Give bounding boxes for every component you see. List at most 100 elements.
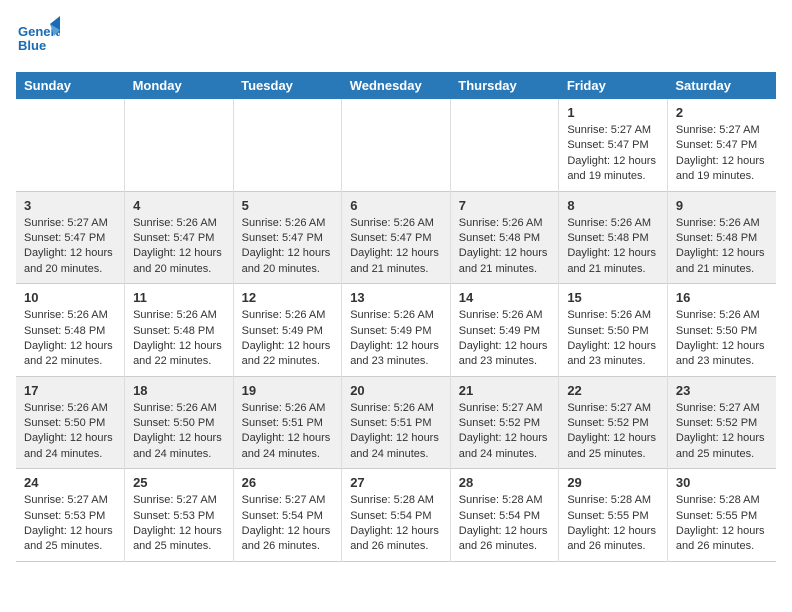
calendar-cell: 16Sunrise: 5:26 AMSunset: 5:50 PMDayligh… (667, 284, 776, 377)
day-number: 17 (24, 383, 116, 398)
day-info: Sunset: 5:49 PM (242, 324, 334, 339)
day-info: Sunset: 5:53 PM (24, 509, 116, 524)
day-info: Sunrise: 5:26 AM (459, 216, 551, 231)
day-number: 8 (567, 198, 659, 213)
day-info: Sunrise: 5:28 AM (676, 493, 768, 508)
day-info: Daylight: 12 hours and 26 minutes. (350, 524, 442, 555)
day-number: 11 (133, 290, 225, 305)
calendar-cell: 10Sunrise: 5:26 AMSunset: 5:48 PMDayligh… (16, 284, 125, 377)
calendar-cell: 21Sunrise: 5:27 AMSunset: 5:52 PMDayligh… (450, 376, 559, 469)
day-info: Daylight: 12 hours and 19 minutes. (676, 154, 768, 185)
day-info: Sunrise: 5:27 AM (567, 401, 659, 416)
day-number: 26 (242, 475, 334, 490)
calendar-cell: 24Sunrise: 5:27 AMSunset: 5:53 PMDayligh… (16, 469, 125, 562)
day-number: 30 (676, 475, 768, 490)
day-info: Sunset: 5:52 PM (567, 416, 659, 431)
day-info: Daylight: 12 hours and 24 minutes. (133, 431, 225, 462)
day-info: Daylight: 12 hours and 25 minutes. (133, 524, 225, 555)
day-info: Sunset: 5:49 PM (459, 324, 551, 339)
calendar-cell: 22 Sunrise: 5:27 AMSunset: 5:52 PMDayligh… (559, 376, 668, 469)
day-info: Daylight: 12 hours and 21 minutes. (350, 246, 442, 277)
day-info: Daylight: 12 hours and 25 minutes. (567, 431, 659, 462)
weekday-header-sunday: Sunday (16, 72, 125, 99)
page-header: General Blue (16, 16, 776, 60)
day-info: Daylight: 12 hours and 21 minutes. (459, 246, 551, 277)
day-number: 20 (350, 383, 442, 398)
day-info: Daylight: 12 hours and 23 minutes. (567, 339, 659, 370)
day-info: Sunset: 5:52 PM (676, 416, 768, 431)
day-info: Daylight: 12 hours and 26 minutes. (459, 524, 551, 555)
calendar-cell (125, 99, 234, 191)
weekday-header-friday: Friday (559, 72, 668, 99)
logo-icon: General Blue (16, 16, 60, 60)
logo: General Blue (16, 16, 60, 60)
day-info: Sunset: 5:54 PM (242, 509, 334, 524)
calendar-cell: 18Sunrise: 5:26 AMSunset: 5:50 PMDayligh… (125, 376, 234, 469)
calendar-cell: 15Sunrise: 5:26 AMSunset: 5:50 PMDayligh… (559, 284, 668, 377)
day-number: 10 (24, 290, 116, 305)
day-info: Sunrise: 5:26 AM (133, 401, 225, 416)
day-info: Daylight: 12 hours and 25 minutes. (24, 524, 116, 555)
calendar-cell: 12Sunrise: 5:26 AMSunset: 5:49 PMDayligh… (233, 284, 342, 377)
day-number: 22 (567, 383, 659, 398)
day-info: Sunrise: 5:27 AM (242, 493, 334, 508)
day-info: Sunrise: 5:28 AM (459, 493, 551, 508)
day-info: Daylight: 12 hours and 23 minutes. (459, 339, 551, 370)
calendar-cell: 27Sunrise: 5:28 AMSunset: 5:54 PMDayligh… (342, 469, 451, 562)
svg-text:Blue: Blue (18, 38, 46, 53)
day-info: Daylight: 12 hours and 20 minutes. (242, 246, 334, 277)
calendar-cell: 20Sunrise: 5:26 AMSunset: 5:51 PMDayligh… (342, 376, 451, 469)
calendar-cell: 11Sunrise: 5:26 AMSunset: 5:48 PMDayligh… (125, 284, 234, 377)
day-info: Sunrise: 5:26 AM (242, 216, 334, 231)
day-number: 14 (459, 290, 551, 305)
calendar-cell: 7Sunrise: 5:26 AMSunset: 5:48 PMDaylight… (450, 191, 559, 284)
day-info: Daylight: 12 hours and 20 minutes. (24, 246, 116, 277)
weekday-header-tuesday: Tuesday (233, 72, 342, 99)
day-number: 1 (567, 105, 659, 120)
day-number: 9 (676, 198, 768, 213)
day-info: Sunrise: 5:26 AM (133, 308, 225, 323)
day-number: 16 (676, 290, 768, 305)
day-info: Sunrise: 5:27 AM (676, 401, 768, 416)
day-info: Sunset: 5:47 PM (133, 231, 225, 246)
day-info: Sunrise: 5:27 AM (133, 493, 225, 508)
day-number: 13 (350, 290, 442, 305)
day-info: Sunrise: 5:27 AM (567, 123, 659, 138)
calendar-table: SundayMondayTuesdayWednesdayThursdayFrid… (16, 72, 776, 562)
day-info: Daylight: 12 hours and 22 minutes. (24, 339, 116, 370)
calendar-cell: 5Sunrise: 5:26 AMSunset: 5:47 PMDaylight… (233, 191, 342, 284)
day-info: Daylight: 12 hours and 26 minutes. (242, 524, 334, 555)
calendar-cell: 6Sunrise: 5:26 AMSunset: 5:47 PMDaylight… (342, 191, 451, 284)
day-number: 28 (459, 475, 551, 490)
day-info: Sunset: 5:47 PM (676, 138, 768, 153)
calendar-cell: 8Sunrise: 5:26 AMSunset: 5:48 PMDaylight… (559, 191, 668, 284)
calendar-cell (342, 99, 451, 191)
day-number: 18 (133, 383, 225, 398)
day-info: Sunset: 5:55 PM (567, 509, 659, 524)
day-number: 27 (350, 475, 442, 490)
calendar-cell: 19Sunrise: 5:26 AMSunset: 5:51 PMDayligh… (233, 376, 342, 469)
day-info: Sunrise: 5:26 AM (24, 401, 116, 416)
day-info: Sunrise: 5:26 AM (676, 308, 768, 323)
calendar-cell (16, 99, 125, 191)
calendar-cell: 4Sunrise: 5:26 AMSunset: 5:47 PMDaylight… (125, 191, 234, 284)
day-info: Daylight: 12 hours and 23 minutes. (676, 339, 768, 370)
day-info: Daylight: 12 hours and 26 minutes. (676, 524, 768, 555)
calendar-week-row: 10Sunrise: 5:26 AMSunset: 5:48 PMDayligh… (16, 284, 776, 377)
calendar-cell: 28Sunrise: 5:28 AMSunset: 5:54 PMDayligh… (450, 469, 559, 562)
day-info: Sunset: 5:48 PM (459, 231, 551, 246)
calendar-cell: 17Sunrise: 5:26 AMSunset: 5:50 PMDayligh… (16, 376, 125, 469)
day-info: Sunrise: 5:26 AM (350, 308, 442, 323)
day-info: Sunrise: 5:27 AM (24, 493, 116, 508)
day-info: Daylight: 12 hours and 21 minutes. (567, 246, 659, 277)
weekday-header-wednesday: Wednesday (342, 72, 451, 99)
day-info: Sunrise: 5:27 AM (676, 123, 768, 138)
calendar-cell: 13Sunrise: 5:26 AMSunset: 5:49 PMDayligh… (342, 284, 451, 377)
day-info: Sunrise: 5:26 AM (242, 401, 334, 416)
day-info: Sunset: 5:49 PM (350, 324, 442, 339)
day-number: 23 (676, 383, 768, 398)
calendar-week-row: 24Sunrise: 5:27 AMSunset: 5:53 PMDayligh… (16, 469, 776, 562)
calendar-cell (450, 99, 559, 191)
day-number: 21 (459, 383, 551, 398)
day-info: Sunset: 5:47 PM (24, 231, 116, 246)
